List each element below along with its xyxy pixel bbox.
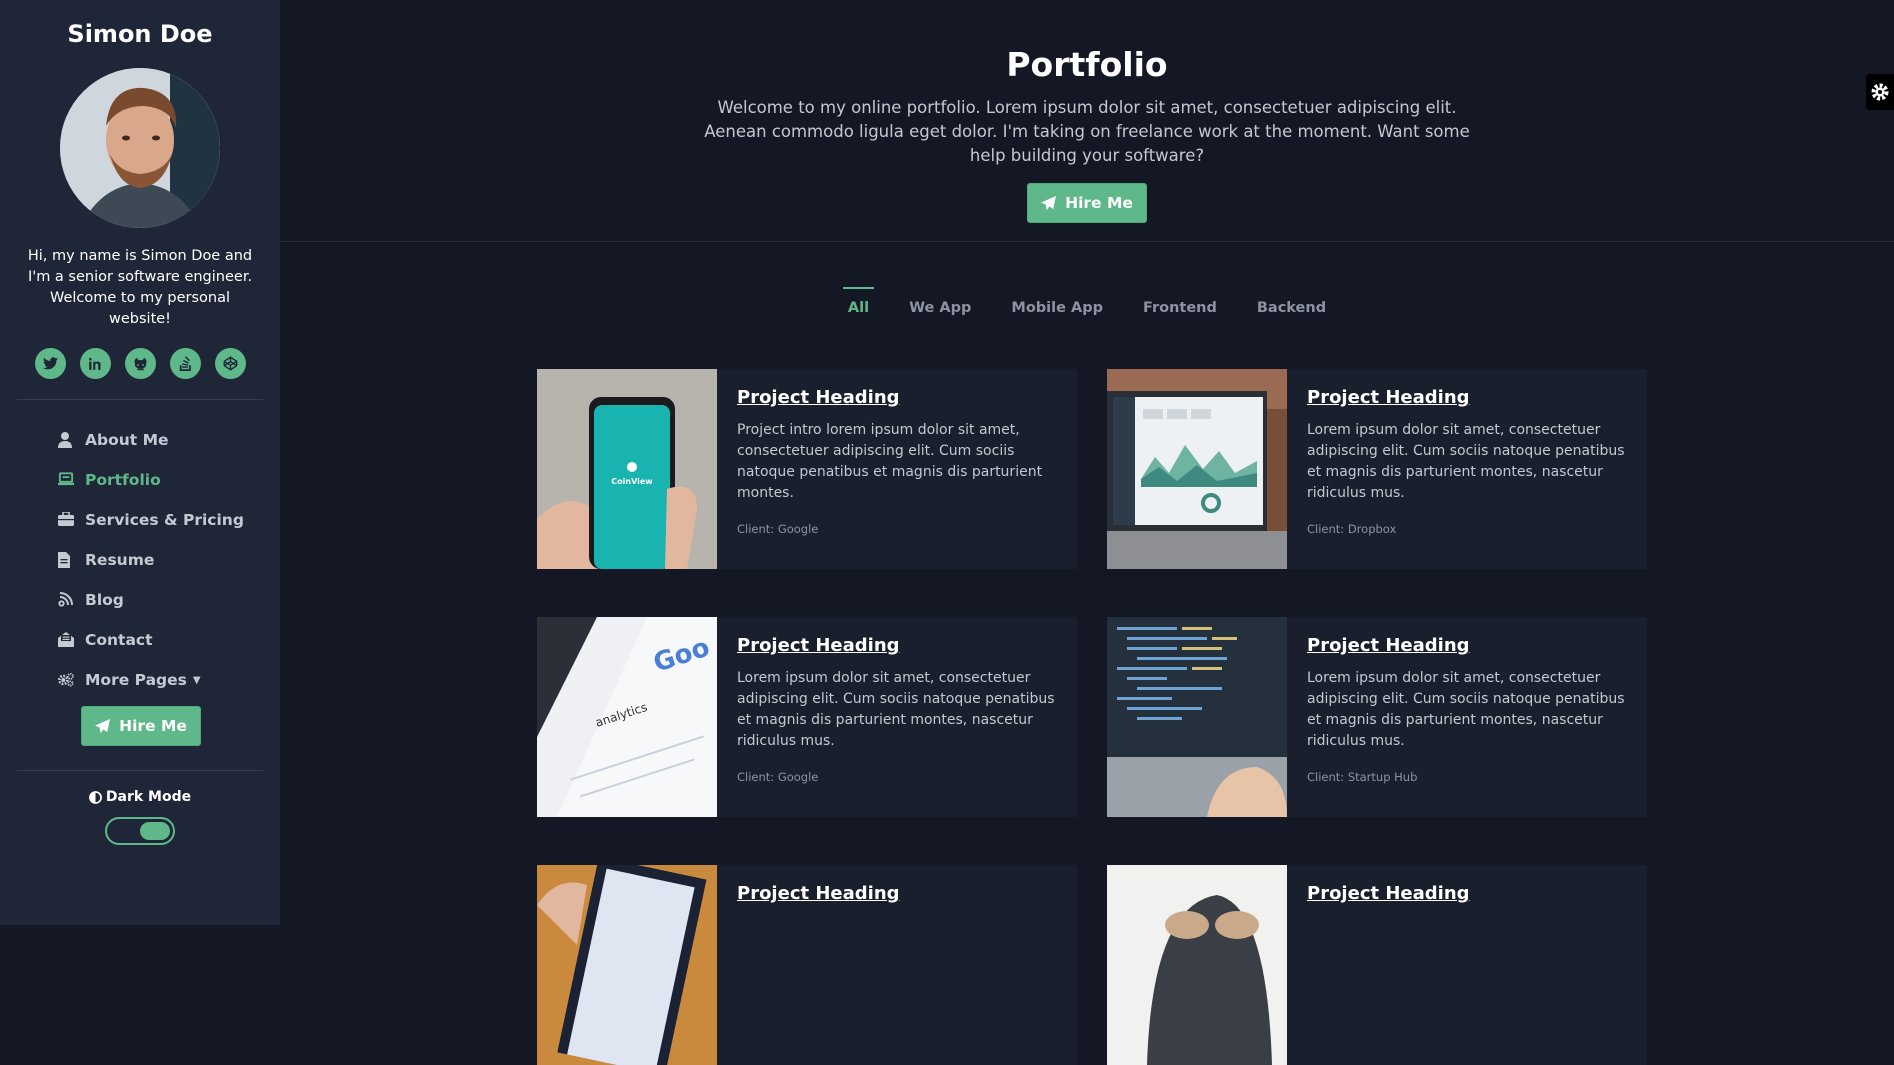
nav-about-me[interactable]: About Me bbox=[0, 420, 280, 460]
project-heading[interactable]: Project Heading bbox=[1307, 387, 1629, 408]
thumb-app-name: CoinView bbox=[611, 477, 653, 486]
project-thumbnail: Goo analytics bbox=[537, 617, 717, 817]
project-thumbnail bbox=[1107, 617, 1287, 817]
project-grid: CoinView Project Heading Project intro l… bbox=[537, 369, 1648, 1065]
project-thumbnail bbox=[537, 865, 717, 1065]
sidebar: Simon Doe Hi, my name is Simon Doe and I… bbox=[0, 0, 280, 925]
page-title: Portfolio bbox=[1006, 45, 1168, 84]
filter-mobile-app[interactable]: Mobile App bbox=[1011, 294, 1103, 316]
nav-label: Portfolio bbox=[85, 471, 161, 489]
social-links bbox=[0, 348, 280, 379]
project-card[interactable]: Goo analytics Project Heading Lorem ipsu… bbox=[537, 617, 1077, 817]
nav-label: About Me bbox=[85, 431, 169, 449]
project-thumbnail bbox=[1107, 865, 1287, 1065]
project-intro: Lorem ipsum dolor sit amet, consectetuer… bbox=[737, 670, 1055, 749]
nav-contact[interactable]: Contact bbox=[0, 620, 280, 660]
sidebar-hire-me-button[interactable]: Hire Me bbox=[81, 706, 201, 746]
paper-plane-icon bbox=[1041, 195, 1057, 210]
adjust-icon bbox=[88, 790, 102, 804]
project-body: Project Heading bbox=[717, 865, 918, 1065]
project-card[interactable]: CoinView Project Heading Project intro l… bbox=[537, 369, 1077, 569]
linkedin-icon[interactable] bbox=[79, 348, 111, 379]
chevron-down-icon: ▼ bbox=[192, 674, 201, 686]
project-card[interactable]: Project Heading Lorem ipsum dolor sit am… bbox=[1107, 369, 1647, 569]
project-heading[interactable]: Project Heading bbox=[737, 883, 900, 904]
twitter-icon[interactable] bbox=[34, 348, 66, 379]
project-body: Project Heading Lorem ipsum dolor sit am… bbox=[1287, 617, 1647, 817]
project-body: Project Heading Project intro lorem ipsu… bbox=[717, 369, 1077, 569]
dark-mode-label: Dark Mode bbox=[0, 789, 280, 805]
nav-portfolio[interactable]: Portfolio bbox=[0, 460, 280, 500]
project-intro: Lorem ipsum dolor sit amet, consectetuer… bbox=[1307, 670, 1625, 749]
project-card[interactable]: Project Heading bbox=[1107, 865, 1647, 1065]
dark-mode-toggle[interactable] bbox=[105, 817, 175, 845]
hero-hire-me-button[interactable]: Hire Me bbox=[1027, 183, 1147, 223]
dark-mode-text: Dark Mode bbox=[105, 789, 192, 805]
project-body: Project Heading Lorem ipsum dolor sit am… bbox=[717, 617, 1077, 817]
sidebar-divider-bottom bbox=[17, 770, 263, 771]
filter-backend[interactable]: Backend bbox=[1257, 294, 1326, 316]
paper-plane-icon bbox=[95, 718, 111, 733]
sidebar-divider bbox=[17, 399, 263, 400]
hero-intro: Welcome to my online portfolio. Lorem ip… bbox=[704, 98, 1470, 165]
filter-frontend[interactable]: Frontend bbox=[1143, 294, 1217, 316]
github-icon[interactable] bbox=[124, 348, 156, 379]
project-heading[interactable]: Project Heading bbox=[1307, 635, 1629, 656]
hero-section: Portfolio Welcome to my online portfolio… bbox=[280, 0, 1894, 242]
nav-label: Contact bbox=[85, 631, 153, 649]
site-name[interactable]: Simon Doe bbox=[0, 20, 280, 48]
nav-services-pricing[interactable]: Services & Pricing bbox=[0, 500, 280, 540]
main-content: Portfolio Welcome to my online portfolio… bbox=[280, 0, 1894, 1065]
project-intro: Lorem ipsum dolor sit amet, consectetuer… bbox=[1307, 422, 1625, 501]
portfolio-filters: All We App Mobile App Frontend Backend bbox=[280, 287, 1894, 316]
project-body: Project Heading Lorem ipsum dolor sit am… bbox=[1287, 369, 1647, 569]
project-heading[interactable]: Project Heading bbox=[737, 635, 1059, 656]
sidebar-nav: About Me Portfolio Services & Pricing Re… bbox=[0, 420, 280, 700]
project-thumbnail bbox=[1107, 369, 1287, 569]
user-icon bbox=[58, 432, 74, 448]
codepen-icon[interactable] bbox=[214, 348, 246, 379]
project-heading[interactable]: Project Heading bbox=[737, 387, 1059, 408]
nav-more-pages[interactable]: More Pages ▼ bbox=[0, 660, 280, 700]
stack-overflow-icon[interactable] bbox=[169, 348, 201, 379]
laptop-icon bbox=[58, 472, 74, 488]
bio-text: Hi, my name is Simon Doe and I'm a senio… bbox=[27, 248, 253, 327]
nav-label: More Pages bbox=[85, 671, 187, 689]
project-client: Client: Dropbox bbox=[1307, 522, 1397, 536]
project-card[interactable]: Project Heading Lorem ipsum dolor sit am… bbox=[1107, 617, 1647, 817]
blog-icon bbox=[58, 592, 74, 608]
project-intro: Project intro lorem ipsum dolor sit amet… bbox=[737, 422, 1043, 501]
nav-blog[interactable]: Blog bbox=[0, 580, 280, 620]
file-icon bbox=[58, 552, 74, 568]
filter-all[interactable]: All bbox=[842, 287, 875, 316]
nav-label: Resume bbox=[85, 551, 155, 569]
nav-label: Blog bbox=[85, 591, 124, 609]
profile-avatar bbox=[60, 68, 220, 228]
hire-me-label: Hire Me bbox=[1065, 194, 1133, 212]
project-heading[interactable]: Project Heading bbox=[1307, 883, 1470, 904]
project-client: Client: Google bbox=[737, 522, 819, 536]
nav-label: Services & Pricing bbox=[85, 511, 244, 529]
project-body: Project Heading bbox=[1287, 865, 1488, 1065]
briefcase-icon bbox=[58, 512, 74, 528]
project-client: Client: Google bbox=[737, 770, 819, 784]
project-card[interactable]: Project Heading bbox=[537, 865, 1077, 1065]
nav-resume[interactable]: Resume bbox=[0, 540, 280, 580]
project-client: Client: Startup Hub bbox=[1307, 770, 1418, 784]
toggle-knob bbox=[140, 822, 170, 840]
project-thumbnail: CoinView bbox=[537, 369, 717, 569]
filter-web-app[interactable]: We App bbox=[909, 294, 971, 316]
gear-icon bbox=[1871, 83, 1889, 101]
envelope-open-icon bbox=[58, 632, 74, 648]
settings-tab[interactable] bbox=[1866, 74, 1894, 110]
hire-me-label: Hire Me bbox=[119, 717, 187, 735]
cogs-icon bbox=[58, 672, 74, 688]
